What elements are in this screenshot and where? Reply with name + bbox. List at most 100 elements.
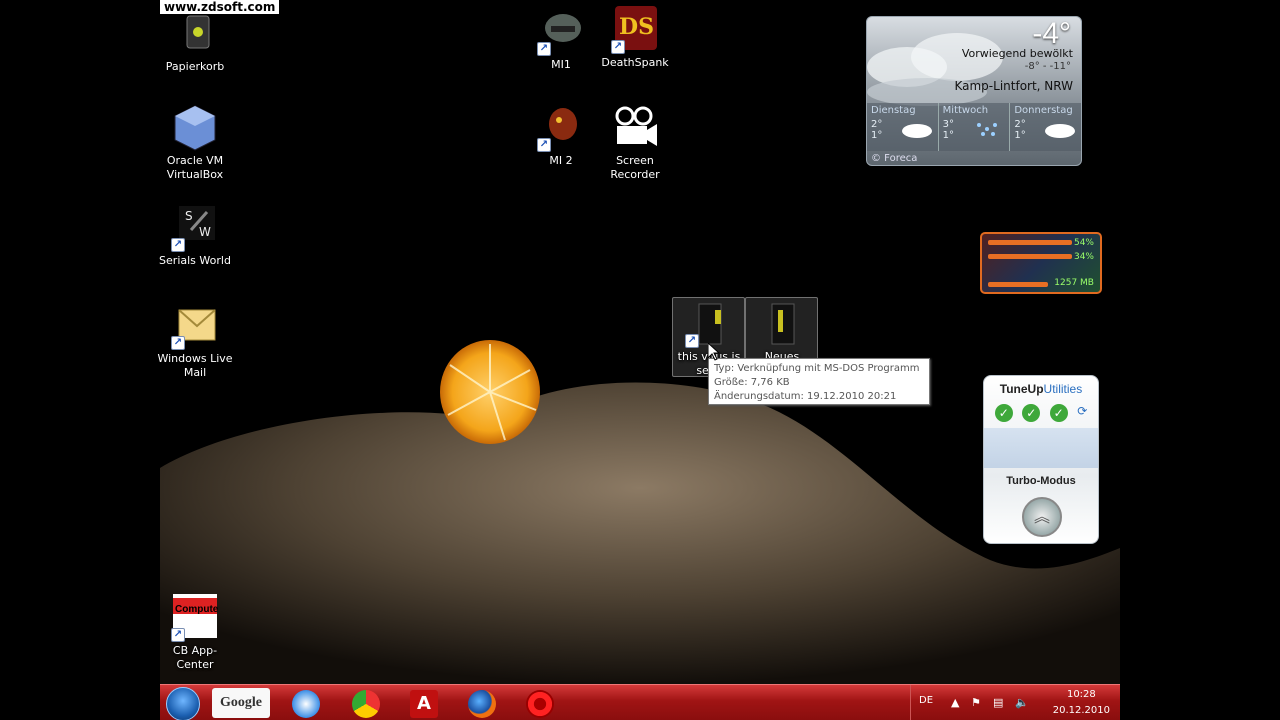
computer-bild-icon: Computer ↗ xyxy=(171,594,222,642)
memory-usage: 1257 MB xyxy=(1054,278,1094,288)
desktop-icon-serials-world[interactable]: SW ↗ Serials World xyxy=(155,204,235,268)
desktop-icon-papierkorb[interactable]: Papierkorb xyxy=(155,10,235,74)
shortcut-arrow-icon: ↗ xyxy=(171,628,185,642)
action-center-flag-icon[interactable]: ⚑ xyxy=(971,696,981,709)
taskbar-app-acrobat[interactable]: A xyxy=(398,688,450,718)
desktop-icon-label: MI 2 xyxy=(549,154,573,167)
forecast-row: Dienstag 2° 1° Mittwoch 3° 1° Donnerstag… xyxy=(867,103,1081,151)
temperature-range: -8° - -11° xyxy=(1024,61,1071,72)
desktop-icon-mi1[interactable]: ↗ MI1 xyxy=(521,8,601,72)
svg-text:DS: DS xyxy=(619,14,654,40)
desktop-icon-label: Screen Recorder xyxy=(610,154,660,181)
serials-world-icon: SW ↗ xyxy=(171,204,219,252)
mail-icon: ↗ xyxy=(171,302,219,350)
cpu-meter-gadget[interactable]: 54% 34% 1257 MB xyxy=(980,232,1102,294)
refresh-icon[interactable]: ⟳ xyxy=(1077,404,1087,422)
cloud-icon xyxy=(1045,124,1076,138)
forecast-day-name: Dienstag xyxy=(871,105,916,116)
acrobat-icon: A xyxy=(410,690,438,718)
weather-condition: Vorwiegend bewölkt xyxy=(961,47,1073,60)
network-icon[interactable]: ▤ xyxy=(993,696,1003,709)
desktop-icon-cb-app-center[interactable]: Computer ↗ CB App-Center xyxy=(155,594,235,672)
check-icon: ✓ xyxy=(1022,404,1041,422)
forecast-day-name: Mittwoch xyxy=(942,105,989,116)
weather-gadget[interactable]: -4° Vorwiegend bewölkt -8° - -11° Kamp-L… xyxy=(866,16,1082,166)
cpu2-bar xyxy=(988,254,1072,259)
recycle-bin-icon xyxy=(171,10,219,58)
forecast-day: Mittwoch 3° 1° xyxy=(939,103,1011,151)
desktop-icon-label: DeathSpank xyxy=(601,56,669,69)
tooltip-size: Größe: 7,76 KB xyxy=(714,377,790,388)
opera-icon xyxy=(526,690,554,718)
mi1-game-icon: ↗ xyxy=(537,8,585,56)
weather-credit: © Foreca xyxy=(871,153,918,164)
shortcut-arrow-icon: ↗ xyxy=(685,334,699,348)
cpu2-usage: 34% xyxy=(1073,252,1094,262)
desktop-icon-deathspank[interactable]: DS ↗ DeathSpank xyxy=(595,6,675,70)
clock-date: 20.12.2010 xyxy=(1052,705,1110,716)
desktop-icon-virtualbox[interactable]: Oracle VM VirtualBox xyxy=(155,104,235,182)
current-temperature: -4° xyxy=(1032,17,1071,50)
taskbar-app-opera[interactable] xyxy=(514,688,566,718)
cpu1-usage: 54% xyxy=(1073,238,1094,248)
turbo-mode-button[interactable]: ︽ xyxy=(1022,497,1062,537)
desktop-icon-label: Windows Live Mail xyxy=(157,352,233,379)
desktop-icon-label: CB App-Center xyxy=(172,644,218,671)
desktop-icon-mi2[interactable]: ↗ MI 2 xyxy=(521,104,601,168)
watermark: www.zdsoft.com xyxy=(160,0,280,14)
compass-icon xyxy=(292,690,320,718)
svg-text:Computer: Computer xyxy=(175,604,219,615)
cloud-icon xyxy=(901,124,932,138)
tooltip-date: Änderungsdatum: 19.12.2010 20:21 xyxy=(714,391,897,402)
shortcut-arrow-icon: ↗ xyxy=(171,238,185,252)
ms-dos-program-icon xyxy=(758,300,806,348)
tuneup-gadget[interactable]: TuneUpUtilities ✓ ✓ ✓ ⟳ Turbo-Modus ︽ xyxy=(983,375,1099,544)
weather-city: Kamp-Lintfort, NRW xyxy=(954,79,1073,93)
taskbar-app-safari[interactable] xyxy=(280,688,332,718)
chrome-icon xyxy=(352,690,380,718)
ms-dos-program-icon: ↗ xyxy=(685,300,733,348)
turbo-mode-label: Turbo-Modus xyxy=(1006,475,1076,487)
desktop-icon-neues[interactable]: Neues xyxy=(742,300,822,364)
snow-icon xyxy=(977,123,998,136)
forecast-day-name: Donnerstag xyxy=(1014,105,1073,116)
shortcut-arrow-icon: ↗ xyxy=(171,336,185,350)
tuneup-band xyxy=(984,428,1098,468)
start-button[interactable] xyxy=(166,687,200,720)
check-icon: ✓ xyxy=(1049,404,1068,422)
camera-icon xyxy=(611,104,659,152)
volume-icon[interactable]: 🔈 xyxy=(1015,696,1029,709)
tooltip-type: Typ: Verknüpfung mit MS-DOS Programm xyxy=(714,363,920,374)
taskbar-app-firefox[interactable] xyxy=(456,688,508,718)
google-toolbar-button[interactable]: Google xyxy=(212,688,270,718)
desktop-icon-windows-live-mail[interactable]: ↗ Windows Live Mail xyxy=(155,302,235,380)
forecast-day: Donnerstag 2° 1° xyxy=(1010,103,1081,151)
clock-time: 10:28 xyxy=(1066,689,1096,700)
memory-bar xyxy=(988,282,1048,287)
svg-text:W: W xyxy=(199,225,211,239)
desktop-icon-screen-recorder[interactable]: Screen Recorder xyxy=(595,104,675,182)
deathspank-icon: DS ↗ xyxy=(611,6,659,54)
tuneup-brand: TuneUp xyxy=(999,382,1044,396)
virtualbox-icon xyxy=(171,104,219,152)
desktop-icon-label: Serials World xyxy=(159,254,231,267)
desktop-icon-label: Oracle VM VirtualBox xyxy=(166,154,224,181)
cpu1-bar xyxy=(988,240,1072,245)
forecast-day: Dienstag 2° 1° xyxy=(867,103,939,151)
shortcut-arrow-icon: ↗ xyxy=(537,138,551,152)
shortcut-arrow-icon: ↗ xyxy=(611,40,625,54)
show-hidden-icons-icon[interactable]: ▲ xyxy=(951,696,959,709)
tuneup-brand-suffix: Utilities xyxy=(1043,382,1083,396)
shortcut-arrow-icon: ↗ xyxy=(537,42,551,56)
taskbar: Google A DE ▲ ⚑ ▤ 🔈 10:28 20.12.2010 xyxy=(160,684,1120,720)
tuneup-title: TuneUpUtilities xyxy=(984,382,1098,396)
desktop-icon-label: Papierkorb xyxy=(165,60,225,73)
clock[interactable]: 10:28 20.12.2010 xyxy=(1053,687,1110,719)
taskbar-app-chrome[interactable] xyxy=(340,688,392,718)
file-tooltip: Typ: Verknüpfung mit MS-DOS Programm Grö… xyxy=(708,358,930,405)
desktop-icon-label: MI1 xyxy=(551,58,571,71)
mi2-game-icon: ↗ xyxy=(537,104,585,152)
firefox-icon xyxy=(468,690,496,718)
tuneup-status: ✓ ✓ ✓ ⟳ xyxy=(990,404,1092,422)
language-indicator[interactable]: DE xyxy=(919,695,933,706)
